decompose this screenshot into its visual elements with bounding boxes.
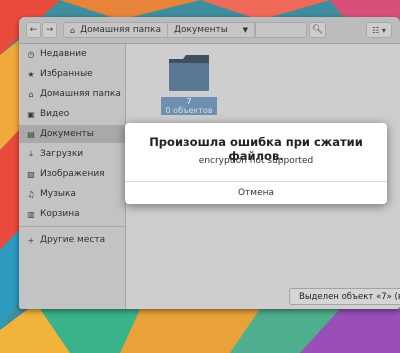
chevron-down-icon: ▼: [242, 26, 248, 34]
folder-name: 7: [186, 97, 192, 106]
video-icon: ▣: [27, 109, 35, 119]
download-icon: ⤓: [29, 149, 33, 158]
forward-button[interactable]: →: [42, 22, 57, 38]
clock-icon: ◷: [27, 49, 35, 59]
sidebar-item-label: Видео: [40, 109, 70, 119]
cancel-button-label: Отмена: [237, 188, 275, 198]
folder-label[interactable]: 7 0 объектов: [161, 97, 217, 115]
sidebar-item-music[interactable]: ♫ Музыка: [19, 185, 125, 203]
sidebar-item-images[interactable]: ▨ Изображения: [19, 165, 125, 183]
document-icon: ▤: [27, 129, 35, 139]
sidebar-item-trash[interactable]: ▥ Корзина: [19, 205, 125, 223]
sidebar-item-label: Корзина: [40, 209, 80, 219]
sidebar-item-video[interactable]: ▣ Видео: [19, 105, 125, 123]
sidebar-item-downloads[interactable]: ⤓ Загрузки: [19, 145, 125, 163]
error-dialog: Произошла ошибка при сжатии файлов. encr…: [125, 123, 387, 204]
sidebar-item-home[interactable]: ⌂ Домашняя папка: [19, 85, 125, 103]
header-bar: ← → ⌂ Домашняя папка Документы ▼ 🔍︎ ☷ ▾: [19, 17, 400, 44]
status-text: Выделен объект «7» (в: [299, 291, 400, 302]
star-icon: ★: [27, 69, 35, 79]
home-icon: ⌂: [70, 25, 76, 35]
search-icon: 🔍︎: [311, 25, 324, 35]
sidebar-item-label: Недавние: [40, 49, 87, 59]
trash-icon: ▥: [27, 209, 35, 219]
list-view-icon: ☷ ▾: [372, 25, 386, 35]
status-bar: Выделен объект «7» (в: [289, 288, 400, 305]
sidebar-item-label: Музыка: [40, 189, 76, 199]
sidebar-item-label: Другие места: [40, 235, 106, 245]
dialog-message: encryption not supported: [198, 156, 314, 166]
folder-subtitle: 0 объектов: [165, 106, 213, 115]
folder-icon[interactable]: [167, 53, 211, 93]
sidebar-item-starred[interactable]: ★ Избранные: [19, 65, 125, 83]
sidebar-divider: [19, 226, 125, 227]
breadcrumb-current[interactable]: Документы ▼: [167, 22, 255, 38]
back-button[interactable]: ←: [26, 22, 41, 38]
image-icon: ▨: [27, 169, 35, 179]
sidebar-item-documents[interactable]: ▤ Документы: [19, 125, 125, 143]
sidebar-item-label: Загрузки: [40, 149, 84, 159]
home-icon: ⌂: [28, 89, 34, 99]
sidebar-item-label: Документы: [40, 129, 94, 139]
sidebar-item-label: Изображения: [40, 169, 105, 179]
arrow-right-icon: →: [45, 25, 54, 35]
sidebar-item-label: Домашняя папка: [40, 89, 121, 99]
sidebar-item-other-places[interactable]: + Другие места: [19, 231, 125, 249]
breadcrumb-spacer: [255, 22, 307, 38]
cancel-button[interactable]: Отмена: [125, 181, 387, 204]
sidebar-item-label: Избранные: [40, 69, 93, 79]
sidebar: ◷ Недавние ★ Избранные ⌂ Домашняя папка …: [19, 44, 126, 309]
arrow-left-icon: ←: [29, 25, 38, 35]
breadcrumb-home[interactable]: ⌂ Домашняя папка: [63, 22, 168, 38]
plus-icon: +: [27, 235, 35, 245]
sidebar-item-recent[interactable]: ◷ Недавние: [19, 45, 125, 63]
view-options-button[interactable]: ☷ ▾: [366, 22, 392, 38]
breadcrumb-home-label: Домашняя папка: [80, 25, 161, 35]
breadcrumb-current-label: Документы: [174, 25, 228, 35]
music-icon: ♫: [27, 189, 35, 199]
search-button[interactable]: 🔍︎: [309, 22, 326, 38]
